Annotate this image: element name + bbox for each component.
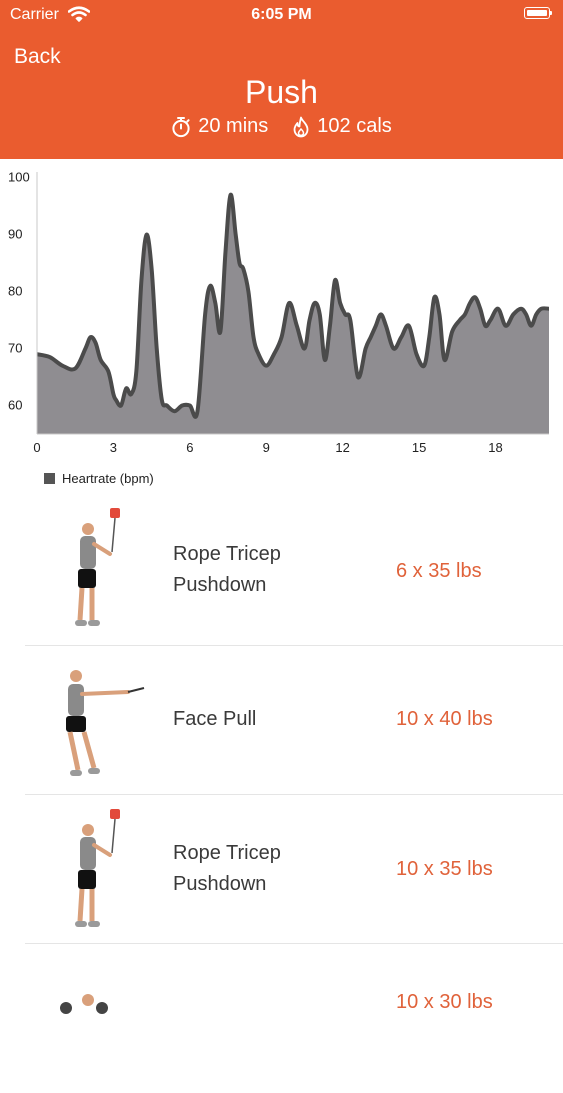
x-tick-label: 18 [488,440,502,455]
page-title: Push [245,74,318,110]
exercise-row[interactable]: Rope Tricep Pushdown 6 x 35 lbs [0,494,563,643]
duration-stat: 20 mins [171,115,268,138]
legend-label: Heartrate (bpm) [62,471,154,486]
exercise-name: Face Pull [173,708,257,730]
duration-value: 20 mins [198,115,269,137]
y-tick-label: 60 [8,398,22,413]
exercise-sets: 10 x 30 lbs [396,991,493,1013]
x-tick-label: 6 [186,440,193,455]
rope-pushdown-figure-icon [75,809,120,927]
y-tick-label: 80 [8,284,22,299]
x-tick-label: 12 [335,440,349,455]
heartrate-chart: 100 90 80 70 60 0 3 6 9 12 15 18 [0,162,563,462]
exercise-row[interactable]: Rope Tricep Pushdown 10 x 35 lbs [0,795,563,944]
face-pull-figure-icon [66,670,145,776]
rope-pushdown-figure-icon [75,508,120,626]
stopwatch-icon [172,116,190,137]
y-tick-label: 100 [8,170,30,185]
exercise-name: Rope Tricep Pushdown [173,543,281,596]
calories-stat: 102 cals [292,115,392,138]
workout-stats: 20 mins 102 cals [0,115,563,138]
exercise-sets: 10 x 40 lbs [396,708,493,730]
y-tick-label: 90 [8,227,22,242]
battery-icon [524,7,552,19]
x-tick-label: 9 [263,440,270,455]
x-tick-label: 15 [412,440,426,455]
calories-value: 102 cals [317,115,392,137]
x-tick-label: 3 [110,440,117,455]
exercise-row[interactable]: 10 x 30 lbs [0,944,563,1093]
status-time: 6:05 PM [251,6,312,23]
workout-header: Carrier 6:05 PM Back Push 20 mins 102 ca… [0,0,563,159]
legend-swatch [44,473,55,484]
x-tick-label: 0 [33,440,40,455]
back-button[interactable]: Back [14,45,61,69]
chart-legend: Heartrate (bpm) [44,471,154,486]
exercise-row[interactable]: Face Pull 10 x 40 lbs [0,646,563,795]
exercise-name: Rope Tricep Pushdown [173,842,281,895]
exercise-figure-icon [60,994,108,1014]
exercise-sets: 6 x 35 lbs [396,560,482,582]
y-tick-label: 70 [8,341,22,356]
flame-icon [293,116,309,137]
exercise-sets: 10 x 35 lbs [396,858,493,880]
heartrate-chart-svg: 100 90 80 70 60 0 3 6 9 12 15 18 [8,170,550,455]
